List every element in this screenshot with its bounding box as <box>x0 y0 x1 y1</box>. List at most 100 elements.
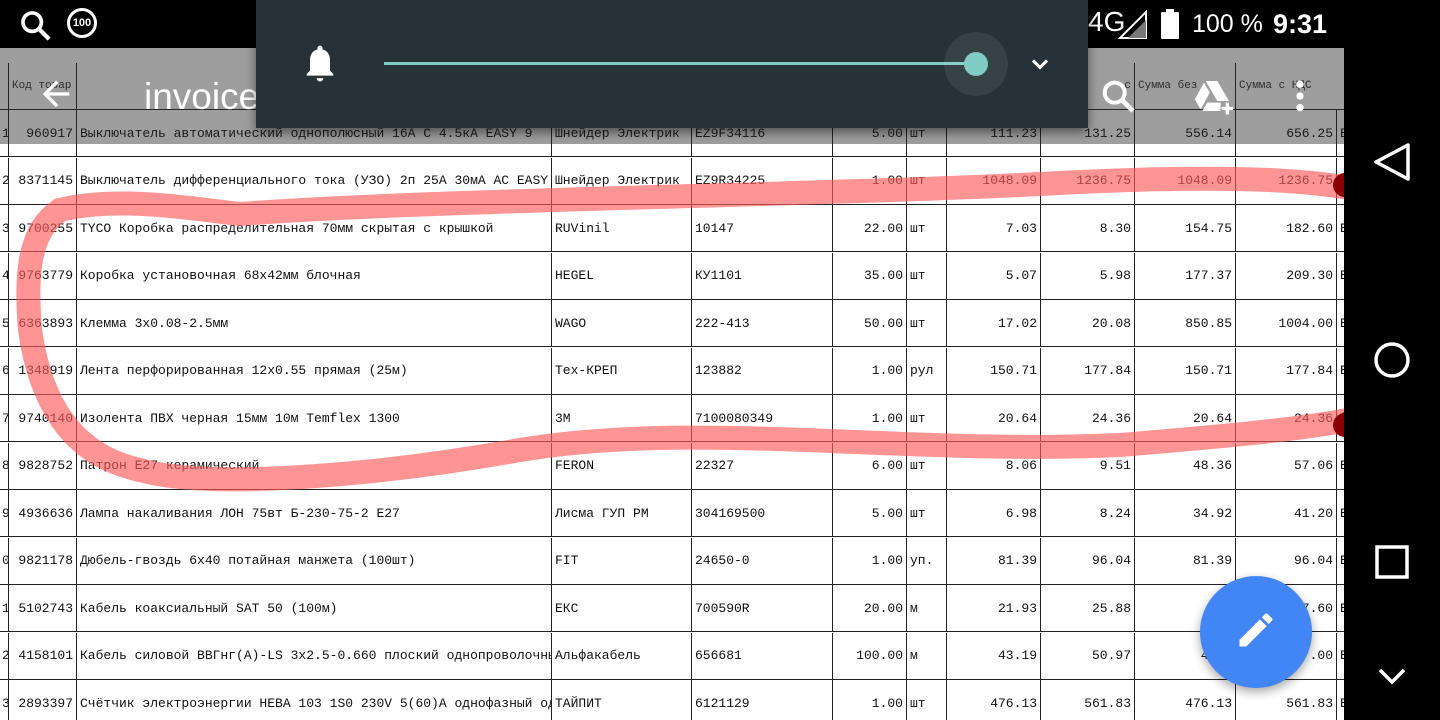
cell-row-index: 4 <box>0 253 8 299</box>
volume-slider-track[interactable] <box>384 62 976 65</box>
chevron-down-icon[interactable] <box>1026 50 1054 83</box>
cell-article: 700590R <box>691 585 832 631</box>
cell-price-no-vat: 20.64 <box>946 395 1040 441</box>
cell-quantity: 22.00 <box>832 205 906 251</box>
cell-sum-no-vat: 154.75 <box>1134 205 1235 251</box>
cell-manufacturer: Альфакабель <box>551 632 691 679</box>
cell-sum-no-vat: 476.13 <box>1134 680 1235 720</box>
back-arrow-icon[interactable] <box>36 74 76 119</box>
cell-extra: В <box>1336 347 1344 394</box>
cell-sum-vat: 1004.00 <box>1235 300 1336 346</box>
cell-unit: уп. <box>906 537 946 584</box>
cell-sum-vat: 24.36 <box>1235 395 1336 441</box>
drive-add-icon[interactable] <box>1192 76 1236 121</box>
cell-price-vat: 5.98 <box>1040 252 1134 299</box>
cell-product-name: Выключатель дифференциального тока (УЗО)… <box>76 157 551 204</box>
cell-sum-no-vat: 850.85 <box>1134 300 1235 346</box>
cell-price-vat: 25.88 <box>1040 585 1134 631</box>
cell-product-name: TYCO Коробка распределительная 70мм скры… <box>76 205 551 251</box>
cell-product-code: 9821178 <box>8 537 76 584</box>
cell-article: 123882 <box>691 347 832 394</box>
cell-unit: шт <box>906 252 946 299</box>
cell-article: 7100080349 <box>691 395 832 441</box>
cell-manufacturer: Лисма ГУП РМ <box>551 490 691 536</box>
cell-sum-no-vat: 81.39 <box>1134 537 1235 584</box>
cell-price-no-vat: 1048.09 <box>946 157 1040 204</box>
cell-product-code: 4158101 <box>8 632 76 679</box>
notification-badge: 100 <box>67 8 97 38</box>
cell-unit: шт <box>906 680 946 720</box>
cell-quantity: 1.00 <box>832 347 906 394</box>
cell-quantity: 35.00 <box>832 252 906 299</box>
table-row: 28371145Выключатель дифференциального то… <box>0 157 1344 205</box>
cell-sum-no-vat: 20.64 <box>1134 395 1235 441</box>
cell-unit: шт <box>906 442 946 489</box>
cell-manufacturer: ЕКС <box>551 585 691 631</box>
volume-slider-thumb[interactable] <box>964 52 988 76</box>
cell-row-index: 0 <box>0 538 8 584</box>
cell-unit: шт <box>906 157 946 204</box>
cell-extra: В <box>1336 632 1344 679</box>
search-icon <box>18 8 52 47</box>
cell-manufacturer: Тех-КРЕП <box>551 347 691 394</box>
cell-product-code: 2893397 <box>8 680 76 720</box>
cell-sum-vat: 41.20 <box>1235 490 1336 536</box>
cell-price-vat: 24.36 <box>1040 395 1134 441</box>
cell-extra: В <box>1336 537 1344 584</box>
cell-price-vat: 8.24 <box>1040 490 1134 536</box>
cell-product-name: Лампа накаливания ЛОН 75вт Б-230-75-2 Е2… <box>76 490 551 536</box>
cell-article: КУ1101 <box>691 252 832 299</box>
cell-product-name: Дюбель-гвоздь 6х40 потайная манжета (100… <box>76 537 551 584</box>
cell-unit: м <box>906 585 946 631</box>
edit-pencil-icon <box>1234 608 1278 657</box>
cell-price-vat: 1236.75 <box>1040 157 1134 204</box>
bell-icon[interactable] <box>300 42 340 91</box>
cell-sum-no-vat: 177.37 <box>1134 252 1235 299</box>
back-triangle-icon[interactable] <box>1368 140 1416 189</box>
cell-unit: шт <box>906 395 946 441</box>
cell-article: 6121129 <box>691 680 832 720</box>
more-vert-icon[interactable] <box>1282 76 1318 121</box>
cell-unit: шт <box>906 300 946 346</box>
cell-manufacturer: FERON <box>551 442 691 489</box>
cell-sum-no-vat: 48.36 <box>1134 442 1235 489</box>
table-row: 24158101Кабель силовой ВВГнг(А)-LS 3х2.5… <box>0 632 1344 680</box>
cell-product-name: Изолента ПВХ черная 15мм 10м Temflex 130… <box>76 395 551 441</box>
cell-row-index: 1 <box>0 585 8 631</box>
cell-article: 22327 <box>691 442 832 489</box>
cell-product-code: 9828752 <box>8 442 76 489</box>
cell-unit: м <box>906 632 946 679</box>
cell-quantity: 100.00 <box>832 632 906 679</box>
cell-price-no-vat: 150.71 <box>946 347 1040 394</box>
cell-quantity: 1.00 <box>832 537 906 584</box>
cell-product-name: Коробка установочная 68х42мм блочная <box>76 252 551 299</box>
cell-quantity: 20.00 <box>832 585 906 631</box>
cell-price-no-vat: 81.39 <box>946 537 1040 584</box>
signal-icon <box>1116 9 1148 45</box>
document-viewport[interactable]: Код товар с Сумма без Сумма с НДС 196091… <box>0 48 1344 720</box>
cell-extra: В <box>1336 680 1344 720</box>
cell-extra: В <box>1336 490 1344 536</box>
cell-manufacturer: ТАЙПИТ <box>551 680 691 720</box>
cell-price-no-vat: 8.06 <box>946 442 1040 489</box>
collapse-chevron-icon[interactable] <box>1368 660 1416 701</box>
edit-fab-button[interactable] <box>1200 576 1312 688</box>
cell-product-code: 5102743 <box>8 585 76 631</box>
cell-manufacturer: HEGEL <box>551 252 691 299</box>
cell-extra: В <box>1336 442 1344 489</box>
cell-price-vat: 561.83 <box>1040 680 1134 720</box>
cell-sum-vat: 209.30 <box>1235 252 1336 299</box>
recents-square-icon[interactable] <box>1368 538 1416 591</box>
cell-quantity: 5.00 <box>832 490 906 536</box>
cell-article: 24650-0 <box>691 537 832 584</box>
cell-product-code: 1348919 <box>8 347 76 394</box>
cell-sum-no-vat: 1048.09 <box>1134 157 1235 204</box>
home-circle-icon[interactable] <box>1368 336 1416 389</box>
navigation-bar <box>1344 0 1440 720</box>
search-icon[interactable] <box>1098 76 1138 121</box>
cell-sum-vat: 57.06 <box>1235 442 1336 489</box>
cell-manufacturer: 3М <box>551 395 691 441</box>
cell-price-no-vat: 7.03 <box>946 205 1040 251</box>
cell-manufacturer: Шнейдер Электрик <box>551 157 691 204</box>
table-row: 94936636Лампа накаливания ЛОН 75вт Б-230… <box>0 490 1344 537</box>
